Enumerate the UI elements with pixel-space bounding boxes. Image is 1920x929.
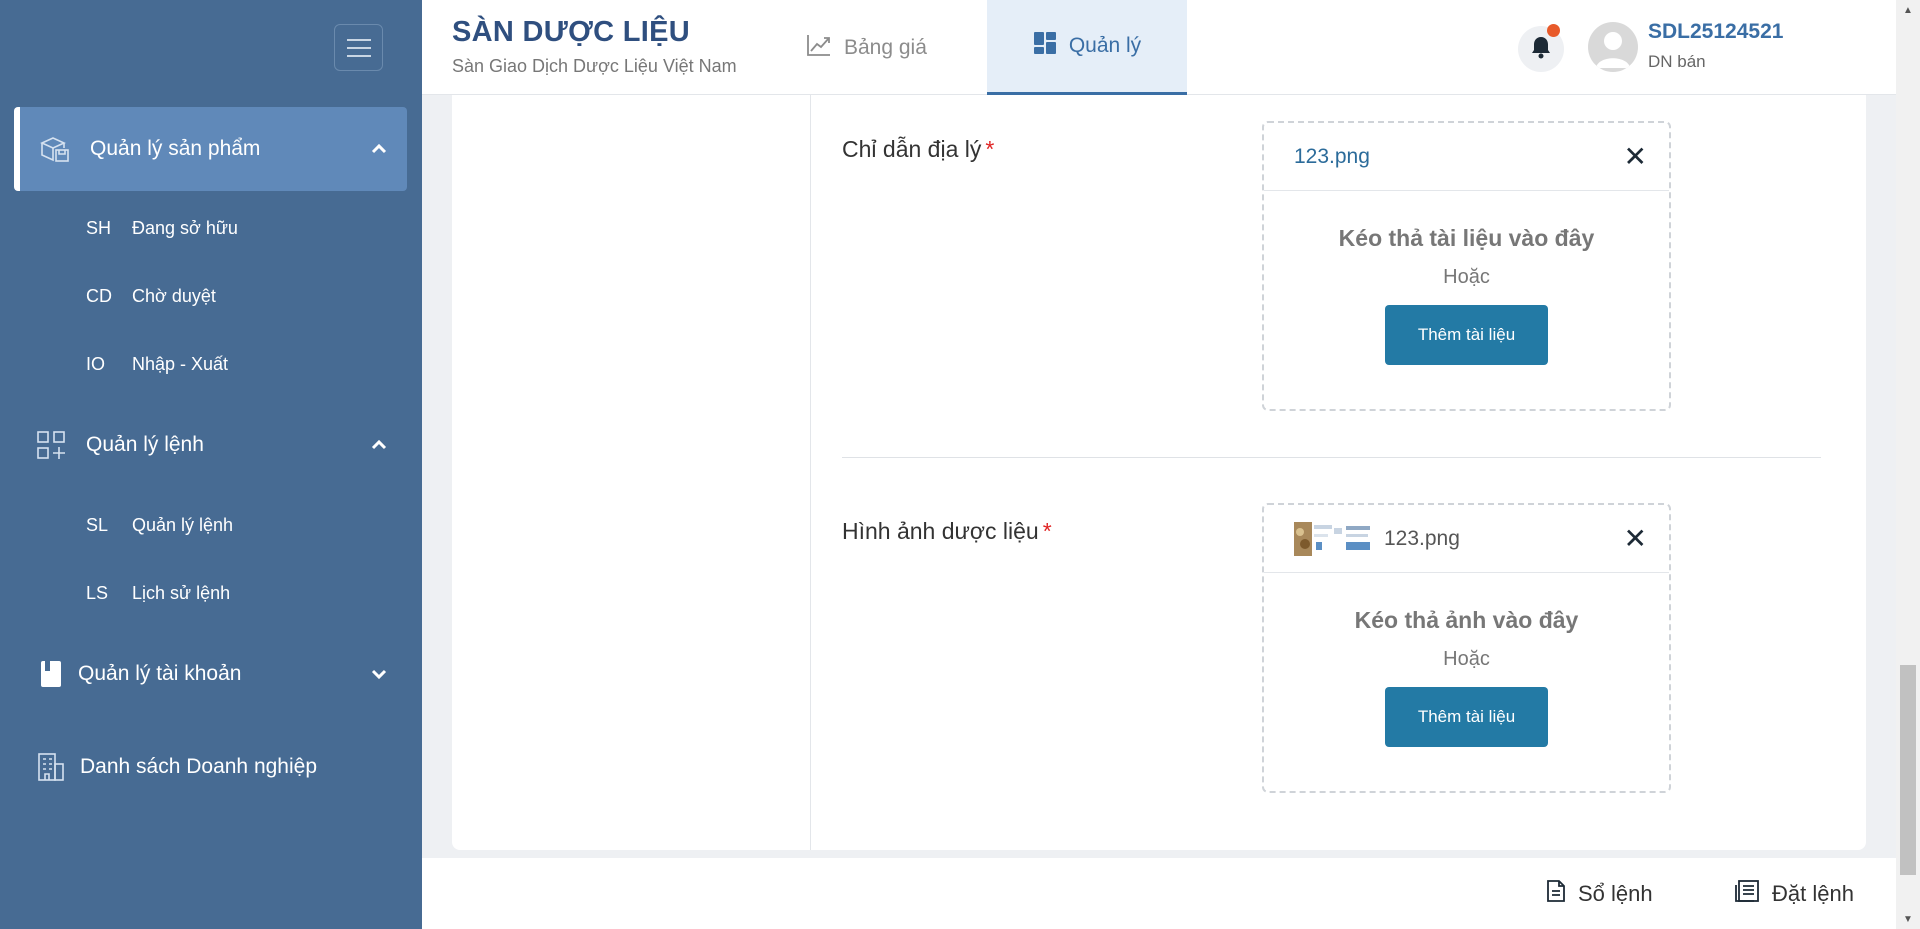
tab-label: Bảng giá	[844, 35, 927, 59]
sidebar-item-code: SH	[86, 218, 112, 238]
hamburger-line	[346, 54, 371, 57]
dashboard-icon	[1033, 31, 1057, 61]
sidebar-item-label: Đang sở hữu	[132, 218, 238, 238]
tab-manage[interactable]: Quản lý	[987, 0, 1187, 95]
sidebar-group-account[interactable]: Quản lý tài khoản	[14, 632, 407, 716]
user-id[interactable]: SDL25124521	[1648, 20, 1783, 44]
required-mark: *	[1042, 518, 1052, 544]
uploaded-file-row: 123.png ✕	[1264, 505, 1669, 573]
grid-add-icon	[34, 428, 68, 462]
uploaded-file-row: 123.png ✕	[1264, 123, 1669, 191]
brand-title[interactable]: SÀN DƯỢC LIỆU	[452, 16, 690, 49]
menu-toggle-button[interactable]	[334, 24, 383, 71]
bell-icon	[1530, 35, 1552, 64]
sidebar-group-orders[interactable]: Quản lý lệnh	[14, 403, 407, 487]
geo-upload-dropzone[interactable]: 123.png ✕ Kéo thả tài liệu vào đây Hoặc …	[1262, 121, 1671, 411]
drop-hint: Kéo thả tài liệu vào đây	[1338, 225, 1595, 251]
chart-line-icon	[806, 33, 832, 63]
add-document-button[interactable]: Thêm tài liệu	[1385, 305, 1548, 365]
sidebar-group-label: Quản lý tài khoản	[78, 662, 242, 685]
sidebar-item-order-manage[interactable]: SL Quản lý lệnh	[86, 515, 233, 536]
image-upload-dropzone[interactable]: 123.png ✕ Kéo thả ảnh vào đây Hoặc Thêm …	[1262, 503, 1671, 793]
sidebar-item-code: CD	[86, 286, 112, 306]
add-document-button[interactable]: Thêm tài liệu	[1385, 687, 1548, 747]
boxes-icon	[38, 132, 72, 166]
sidebar-item-label: Nhập - Xuất	[132, 354, 229, 374]
image-thumbnail	[1294, 521, 1370, 556]
sidebar-group-label: Quản lý sản phẩm	[90, 137, 261, 160]
remove-file-icon[interactable]: ✕	[1624, 524, 1647, 553]
sidebar-group-label: Danh sách Doanh nghiệp	[80, 755, 318, 778]
section-divider	[842, 457, 1821, 458]
hamburger-line	[346, 46, 371, 49]
remove-file-icon[interactable]: ✕	[1624, 142, 1647, 171]
drop-hint: Kéo thả ảnh vào đây	[1354, 607, 1579, 633]
avatar[interactable]	[1588, 22, 1638, 72]
tab-price-board[interactable]: Bảng giá	[806, 0, 927, 95]
chevron-up-icon[interactable]	[359, 440, 399, 450]
notification-dot	[1547, 24, 1560, 37]
bottom-action-bar: Sổ lệnh Đặt lệnh	[422, 858, 1896, 929]
sidebar: Quản lý sản phẩm SH Đang sở hữu CD Chờ d…	[0, 0, 422, 929]
tab-label: Quản lý	[1068, 34, 1142, 57]
brand-subtitle: Sàn Giao Dịch Dược Liệu Việt Nam	[452, 56, 737, 76]
or-text: Hoặc	[1443, 648, 1490, 670]
list-document-icon	[1734, 879, 1760, 909]
user-role: DN bán	[1648, 52, 1706, 71]
hamburger-line	[346, 38, 371, 41]
uploaded-file-link[interactable]: 123.png	[1294, 145, 1624, 169]
sidebar-item-pending[interactable]: CD Chờ duyệt	[86, 286, 216, 307]
top-header: SÀN DƯỢC LIỆU Sàn Giao Dịch Dược Liệu Vi…	[422, 0, 1896, 95]
sidebar-item-owned[interactable]: SH Đang sở hữu	[86, 218, 238, 239]
sidebar-item-code: IO	[86, 354, 106, 374]
document-icon	[1546, 879, 1566, 909]
sidebar-item-import-export[interactable]: IO Nhập - Xuất	[86, 354, 228, 375]
field-label-text: Hình ảnh dược liệu	[842, 518, 1039, 544]
sidebar-item-label: Chờ duyệt	[132, 286, 216, 306]
sidebar-item-label: Lịch sử lệnh	[132, 583, 231, 603]
place-order-button[interactable]: Đặt lệnh	[1734, 858, 1854, 929]
chevron-down-icon[interactable]	[359, 669, 399, 679]
or-text: Hoặc	[1443, 266, 1490, 288]
sidebar-group-products[interactable]: Quản lý sản phẩm	[14, 107, 407, 191]
order-book-label: Sổ lệnh	[1578, 880, 1653, 906]
column-divider	[810, 95, 811, 850]
scrollbar-thumb[interactable]	[1900, 665, 1916, 875]
sidebar-item-label: Quản lý lệnh	[132, 515, 234, 535]
field-label-image: Hình ảnh dược liệu *	[842, 518, 1052, 545]
sidebar-group-label: Quản lý lệnh	[86, 433, 204, 456]
building-icon	[34, 750, 68, 784]
sidebar-item-order-history[interactable]: LS Lịch sử lệnh	[86, 583, 230, 604]
sidebar-item-code: LS	[86, 583, 109, 603]
order-book-button[interactable]: Sổ lệnh	[1546, 858, 1653, 929]
sidebar-item-code: SL	[86, 515, 109, 535]
scroll-up-arrow-icon[interactable]: ▲	[1900, 2, 1916, 18]
required-mark: *	[985, 136, 995, 162]
chevron-up-icon[interactable]	[359, 144, 399, 154]
uploaded-file-name[interactable]: 123.png	[1384, 527, 1624, 551]
scroll-down-arrow-icon[interactable]: ▼	[1900, 911, 1916, 927]
notification-button[interactable]	[1518, 24, 1564, 72]
place-order-label: Đặt lệnh	[1772, 880, 1854, 906]
sidebar-group-companies[interactable]: Danh sách Doanh nghiệp	[14, 725, 407, 809]
field-label-geo: Chỉ dẫn địa lý *	[842, 136, 994, 163]
account-book-icon	[34, 657, 68, 691]
field-label-text: Chỉ dẫn địa lý	[842, 136, 982, 162]
